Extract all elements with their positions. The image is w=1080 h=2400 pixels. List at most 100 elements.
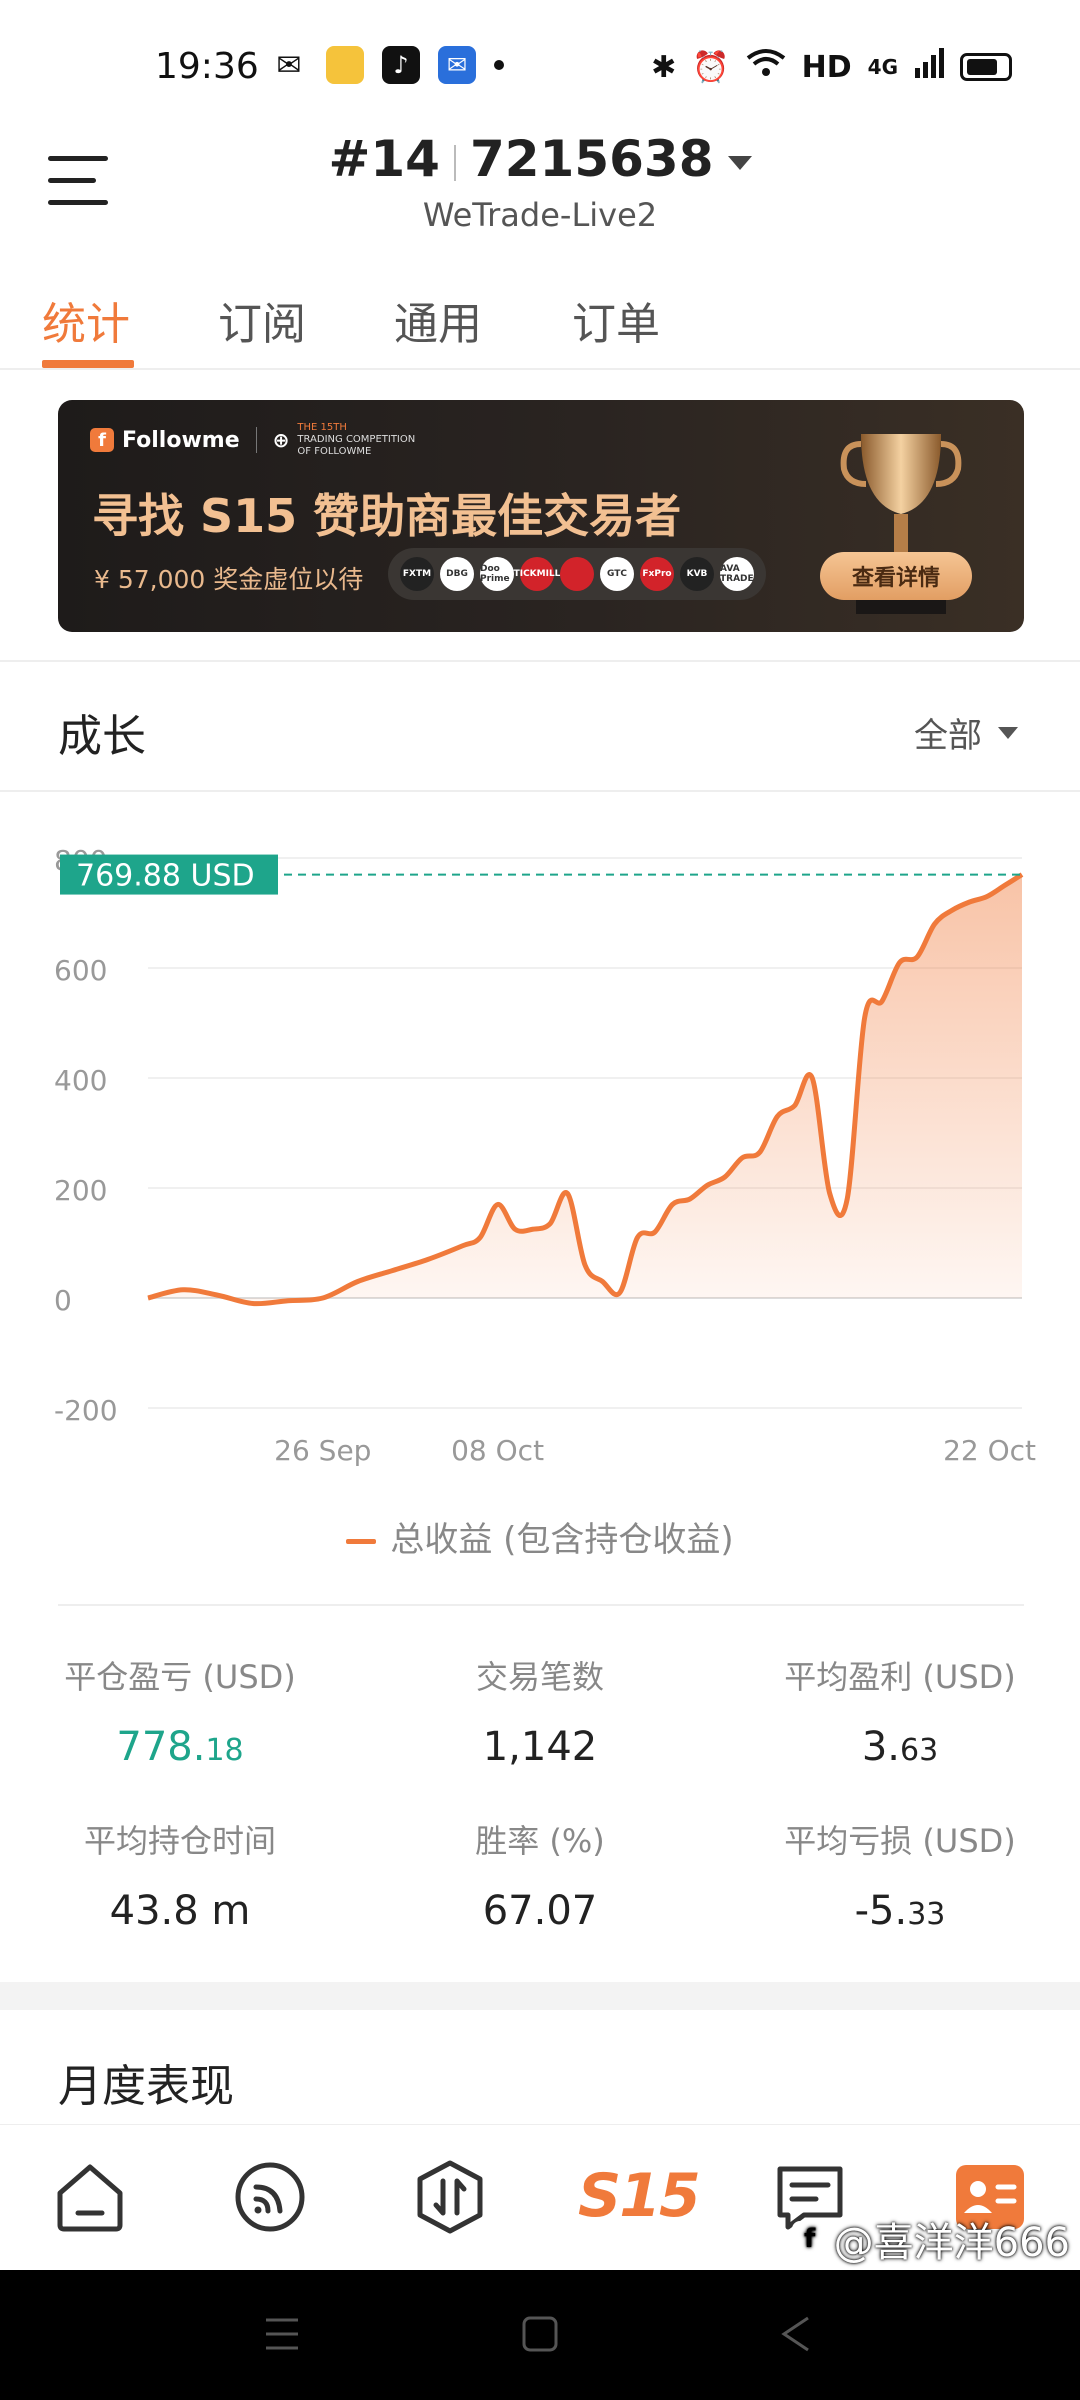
back-button-icon[interactable]: [776, 2314, 816, 2354]
home-icon: [57, 2164, 123, 2232]
nav-trade[interactable]: [410, 2157, 490, 2237]
stat-value: 67.07: [360, 1888, 720, 1934]
stat-value-decimals: 18: [205, 1733, 244, 1768]
growth-chart: -200020040060080026 Sep08 Oct22 Oct769.8…: [54, 844, 1036, 1467]
chart-legend[interactable]: 总收益 (包含持仓收益): [0, 1512, 1080, 1561]
wechat-icon: ✉: [270, 46, 308, 84]
brand-divider: [255, 427, 257, 453]
status-indicators: ✱ ⏰ HD 4G: [651, 48, 1012, 86]
sponsor-logo: FXTM: [400, 557, 434, 591]
tab-subscribe[interactable]: 订阅: [218, 288, 306, 352]
title-separator: [453, 144, 456, 181]
range-filter-label: 全部: [914, 716, 982, 756]
bluetooth-icon: ✱: [651, 49, 677, 85]
notification-icons: ✉ ♪ ✉: [270, 46, 504, 84]
section-gap: [0, 1982, 1080, 2010]
sponsor-logo: [560, 557, 594, 591]
network-type: HD: [801, 49, 852, 85]
active-tab-indicator: [42, 360, 134, 368]
stat-value-main: -5.: [854, 1888, 908, 1934]
status-time: 19:36: [155, 46, 259, 87]
stat-value-decimals: 63: [899, 1733, 939, 1768]
promo-banner[interactable]: f Followme ⊕ THE 15TH TRADING COMPETITIO…: [58, 400, 1024, 632]
stat-value: 3.63: [720, 1724, 1080, 1770]
nav-s15-competition[interactable]: S15: [578, 2161, 701, 2231]
banner-brand: f Followme ⊕ THE 15TH TRADING COMPETITIO…: [90, 422, 415, 458]
stat-value-main: 43.8 m: [109, 1888, 251, 1934]
watermark-logo-icon: f: [791, 2221, 828, 2257]
stat-label: 胜率 (%): [475, 1822, 605, 1860]
system-navigation-bar: [0, 2270, 1080, 2400]
y-tick-label: 600: [54, 954, 107, 987]
banner-brand-name: Followme: [122, 427, 240, 453]
stat-value-main: 3.: [861, 1724, 900, 1770]
account-selector[interactable]: #14 7215638: [0, 130, 1080, 188]
stat-avg-profit: 平均盈利 (USD) 3.63: [720, 1652, 1080, 1770]
stat-value: 1,142: [360, 1724, 720, 1770]
watermark-text: @喜洋洋666: [833, 2220, 1070, 2266]
stat-value: 778.18: [0, 1724, 360, 1770]
tab-general[interactable]: 通用: [394, 288, 482, 352]
nav-home[interactable]: [50, 2157, 130, 2237]
tab-orders[interactable]: 订单: [572, 288, 660, 352]
stat-value: -5.33: [720, 1888, 1080, 1934]
tagline-line-2: TRADING COMPETITION: [297, 434, 416, 445]
sponsor-logo: TICKMILL: [514, 557, 560, 591]
current-value-label: 769.88 USD: [76, 859, 255, 894]
legend-label: 总收益 (包含持仓收益): [390, 1520, 734, 1560]
stat-label: 交易笔数: [475, 1658, 604, 1696]
banner-details-button[interactable]: 查看详情: [820, 552, 972, 600]
section-divider: [0, 660, 1080, 662]
stat-value-main: 67.07: [482, 1888, 598, 1934]
tagline-line-3: OF FOLLOWME: [297, 446, 372, 457]
more-notifications-dot: [494, 60, 504, 70]
x-tick-label: 26 Sep: [274, 1434, 371, 1467]
sponsor-logo: FxPro: [640, 557, 674, 591]
trade-arrows-icon: [417, 2160, 483, 2234]
sponsor-logo: AVA TRADE: [720, 557, 754, 591]
tab-bar: 统计 订阅 通用 订单: [0, 270, 1080, 370]
x-tick-label: 08 Oct: [451, 1434, 544, 1467]
tab-statistics[interactable]: 统计: [42, 288, 130, 352]
nav-feed[interactable]: [230, 2157, 310, 2237]
series-area: [148, 874, 1022, 1304]
stat-avg-loss: 平均亏损 (USD) -5.33: [720, 1816, 1080, 1934]
competition-tagline: THE 15TH TRADING COMPETITION OF FOLLOWME: [297, 422, 415, 458]
stat-value-decimals: 33: [907, 1897, 946, 1932]
rss-icon: [235, 2162, 305, 2232]
stat-avg-hold-time: 平均持仓时间 43.8 m: [0, 1816, 360, 1934]
stat-label: 平均盈利 (USD): [784, 1658, 1016, 1696]
tagline-line-1: THE 15TH: [297, 422, 347, 433]
legend-swatch: [346, 1539, 377, 1544]
stat-trade-count: 交易笔数 1,142: [360, 1652, 720, 1770]
sponsor-logo: GTC: [600, 557, 634, 591]
caret-down-icon: [998, 726, 1018, 739]
mail-app-icon: ✉: [438, 46, 476, 84]
status-bar: 19:36 ✉ ♪ ✉ ✱ ⏰ HD 4G: [0, 0, 1080, 120]
recent-apps-icon[interactable]: [262, 2316, 302, 2352]
account-number: 7215638: [469, 130, 714, 188]
home-button-icon[interactable]: [520, 2314, 560, 2354]
alarm-icon: ⏰: [692, 49, 730, 85]
monthly-title: 月度表现: [58, 2061, 234, 2112]
battery-icon: [960, 53, 1012, 81]
sponsor-logo: Doo Prime: [480, 557, 514, 591]
stat-value-main: 1,142: [482, 1724, 598, 1770]
globe-icon: ⊕: [272, 428, 290, 452]
y-tick-label: 0: [54, 1284, 72, 1317]
sponsor-logos: FXTM DBG Doo Prime TICKMILL GTC FxPro KV…: [388, 548, 766, 600]
growth-title: 成长: [58, 711, 146, 762]
x-tick-label: 22 Oct: [943, 1434, 1036, 1467]
y-tick-label: 400: [54, 1064, 107, 1097]
signal-icon: [914, 48, 944, 86]
tiktok-icon: ♪: [382, 46, 420, 84]
range-filter-dropdown[interactable]: 全部: [914, 708, 1018, 757]
stat-label: 平仓盈亏 (USD): [64, 1658, 296, 1696]
account-rank: #14: [328, 130, 440, 188]
account-server: WeTrade-Live2: [422, 196, 658, 234]
followme-logo-icon: f: [90, 428, 114, 452]
stat-value-main: 778.: [116, 1724, 206, 1770]
signal-type: 4G: [867, 55, 898, 79]
stat-label: 平均亏损 (USD): [784, 1822, 1016, 1860]
wifi-icon: [746, 48, 786, 86]
